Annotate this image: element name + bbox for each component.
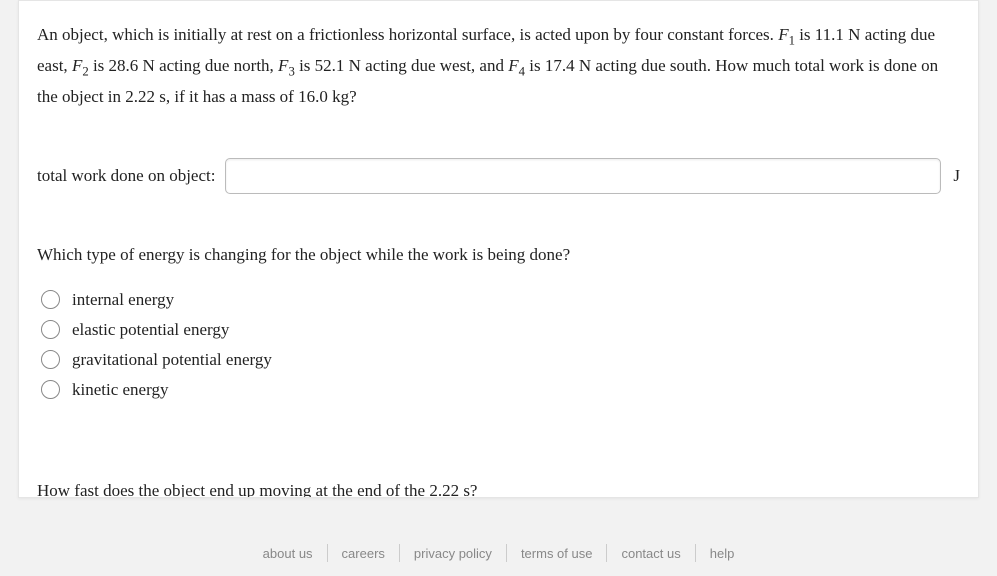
radio-circle-icon — [41, 380, 60, 399]
problem-statement: An object, which is initially at rest on… — [37, 21, 960, 112]
var-f4: F4 — [508, 56, 525, 75]
problem-intro: An object, which is initially at rest on… — [37, 25, 778, 44]
var-f1: F1 — [778, 25, 795, 44]
footer-link-careers[interactable]: careers — [328, 546, 399, 561]
answer-row: total work done on object: J — [37, 158, 960, 194]
radio-option-kinetic[interactable]: kinetic energy — [41, 380, 960, 400]
text-f2: is 28.6 N acting due north, — [89, 56, 278, 75]
radio-label: kinetic energy — [72, 380, 168, 400]
text-f3: is 52.1 N acting due west, and — [295, 56, 508, 75]
radio-circle-icon — [41, 320, 60, 339]
cutoff-question: How fast does the object end up moving a… — [37, 478, 477, 499]
sub-question: Which type of energy is changing for the… — [37, 242, 960, 268]
radio-options-group: internal energy elastic potential energy… — [41, 290, 960, 400]
radio-label: internal energy — [72, 290, 174, 310]
question-card: An object, which is initially at rest on… — [18, 0, 979, 498]
footer-link-privacy[interactable]: privacy policy — [400, 546, 506, 561]
footer-links: about us careers privacy policy terms of… — [249, 544, 749, 562]
total-work-input[interactable] — [225, 158, 941, 194]
var-f2: F2 — [72, 56, 89, 75]
radio-option-internal[interactable]: internal energy — [41, 290, 960, 310]
radio-option-gravitational[interactable]: gravitational potential energy — [41, 350, 960, 370]
radio-circle-icon — [41, 290, 60, 309]
var-f3: F3 — [278, 56, 295, 75]
footer-link-help[interactable]: help — [696, 546, 749, 561]
answer-label: total work done on object: — [37, 166, 215, 186]
footer-link-terms[interactable]: terms of use — [507, 546, 607, 561]
footer: about us careers privacy policy terms of… — [0, 544, 997, 562]
answer-unit: J — [951, 166, 960, 186]
radio-circle-icon — [41, 350, 60, 369]
radio-option-elastic[interactable]: elastic potential energy — [41, 320, 960, 340]
radio-label: elastic potential energy — [72, 320, 229, 340]
footer-link-about[interactable]: about us — [249, 546, 327, 561]
radio-label: gravitational potential energy — [72, 350, 272, 370]
footer-link-contact[interactable]: contact us — [607, 546, 694, 561]
